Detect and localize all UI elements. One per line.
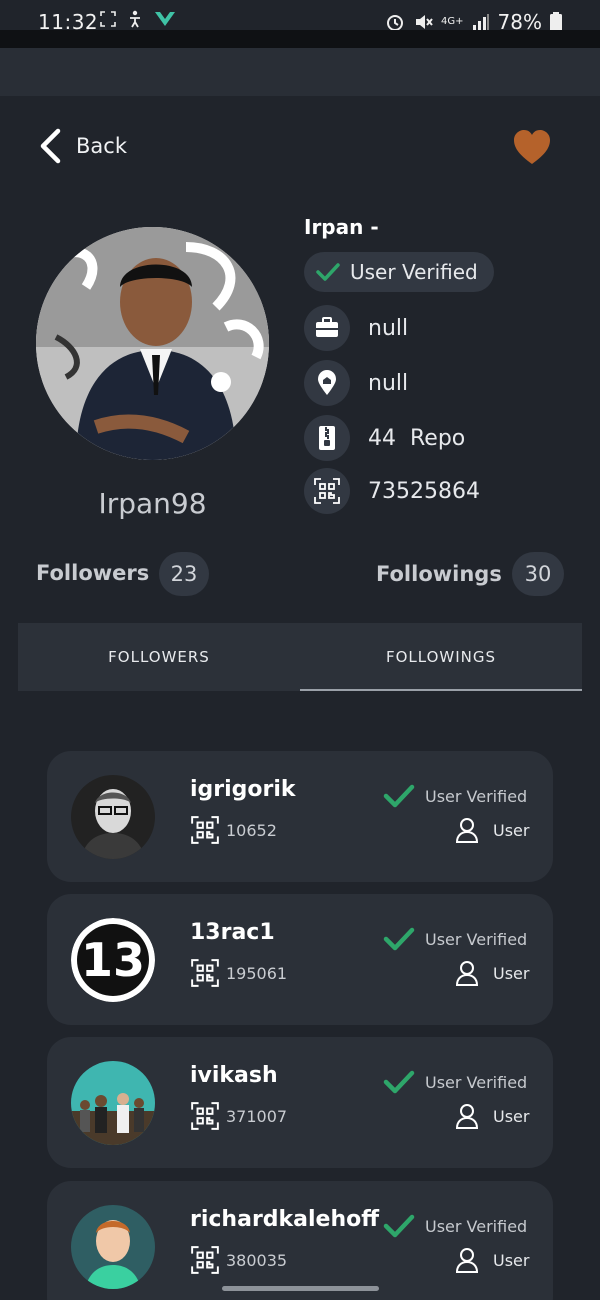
user-id: 195061	[226, 963, 288, 983]
company-value: null	[368, 315, 409, 341]
check-icon	[383, 927, 415, 951]
verified-label: User Verified	[425, 1072, 528, 1092]
tab-indicator	[300, 689, 582, 691]
followings-label: Followings	[376, 562, 502, 586]
accessibility-icon	[130, 10, 140, 28]
profile-name: Irpan -	[304, 215, 379, 239]
user-id-row: 73525864	[304, 468, 480, 514]
user-avatar	[71, 775, 155, 859]
app-logo-icon	[155, 12, 175, 26]
followers-count: 23	[159, 552, 209, 596]
home-indicator[interactable]	[222, 1286, 379, 1291]
user-type-label: User	[493, 1250, 530, 1270]
user-id: 380035	[226, 1250, 288, 1270]
user-card[interactable]: richardkalehoff 380035 User Verified Use…	[47, 1181, 553, 1300]
signal-icon	[472, 14, 489, 30]
battery-icon	[550, 12, 562, 32]
location-row: null	[304, 360, 408, 406]
app-bar	[0, 48, 600, 96]
user-type-label: User	[493, 820, 530, 840]
tab-followers[interactable]: FOLLOWERS	[18, 623, 300, 691]
user-login: ivikash	[190, 1063, 278, 1088]
top-strip	[0, 30, 600, 48]
check-icon	[383, 784, 415, 808]
user-id-value: 73525864	[368, 478, 480, 504]
briefcase-icon	[304, 305, 350, 351]
user-verified: User Verified	[383, 1069, 527, 1095]
zip-file-icon	[304, 415, 350, 461]
profile-username: Irpan98	[98, 487, 207, 520]
profile-avatar	[36, 227, 269, 460]
user-type: User	[455, 1247, 529, 1273]
location-pin-icon	[304, 360, 350, 406]
user-avatar	[71, 1061, 155, 1145]
chevron-left-icon	[40, 128, 61, 164]
verified-label: User Verified	[350, 260, 478, 284]
user-card[interactable]: igrigorik 10652 User Verified User	[47, 751, 553, 882]
user-type-label: User	[493, 1106, 530, 1126]
person-icon	[455, 961, 479, 986]
user-type-label: User	[493, 963, 530, 983]
location-value: null	[368, 370, 409, 396]
back-button[interactable]: Back	[38, 128, 127, 164]
person-icon	[455, 818, 479, 843]
user-avatar	[71, 1205, 155, 1289]
tab-followings[interactable]: FOLLOWINGS	[300, 623, 582, 691]
check-icon	[383, 1214, 415, 1238]
back-label: Back	[76, 134, 127, 158]
user-type: User	[455, 817, 529, 843]
user-login: 13rac1	[190, 920, 275, 945]
user-id-row: 195061	[190, 958, 287, 988]
qr-code-icon	[191, 1246, 219, 1274]
qr-code-icon	[304, 468, 350, 514]
check-icon	[383, 1070, 415, 1094]
mute-icon	[416, 15, 433, 29]
user-id-row: 371007	[190, 1101, 287, 1131]
heart-icon	[514, 130, 550, 164]
user-id-row: 10652	[190, 815, 277, 845]
user-verified: User Verified	[383, 926, 527, 952]
user-type: User	[455, 960, 529, 986]
person-icon	[455, 1248, 479, 1273]
followers-label: Followers	[36, 561, 150, 585]
verified-badge: User Verified	[304, 252, 494, 292]
svg-text:13: 13	[81, 933, 145, 987]
repos-value: 44 Repo	[368, 425, 466, 451]
user-id-row: 380035	[190, 1245, 287, 1275]
favorite-button[interactable]	[512, 128, 552, 168]
person-icon	[455, 1104, 479, 1129]
user-login: igrigorik	[190, 777, 296, 802]
qr-code-icon	[191, 816, 219, 844]
user-card[interactable]: 13 13rac1 195061 User Verified User	[47, 894, 553, 1025]
verified-label: User Verified	[425, 929, 528, 949]
user-id: 10652	[226, 820, 277, 840]
repos-row: 44 Repo	[304, 415, 465, 461]
qr-code-icon	[191, 1102, 219, 1130]
company-row: null	[304, 305, 408, 351]
screenshot-icon	[100, 11, 116, 27]
user-login: richardkalehoff	[190, 1207, 380, 1232]
tab-bar: FOLLOWERS FOLLOWINGS	[18, 623, 582, 691]
user-verified: User Verified	[383, 1213, 527, 1239]
user-id: 371007	[226, 1106, 288, 1126]
followings-count: 30	[512, 552, 564, 596]
user-card[interactable]: ivikash 371007 User Verified User	[47, 1037, 553, 1168]
network-type: 4G+	[441, 16, 464, 27]
qr-code-icon	[191, 959, 219, 987]
user-verified: User Verified	[383, 783, 527, 809]
verified-label: User Verified	[425, 1216, 528, 1236]
check-icon	[316, 263, 340, 281]
verified-label: User Verified	[425, 786, 528, 806]
status-left-icons	[100, 10, 176, 28]
alarm-icon	[387, 15, 404, 31]
user-type: User	[455, 1103, 529, 1129]
user-avatar: 13	[71, 918, 155, 1002]
